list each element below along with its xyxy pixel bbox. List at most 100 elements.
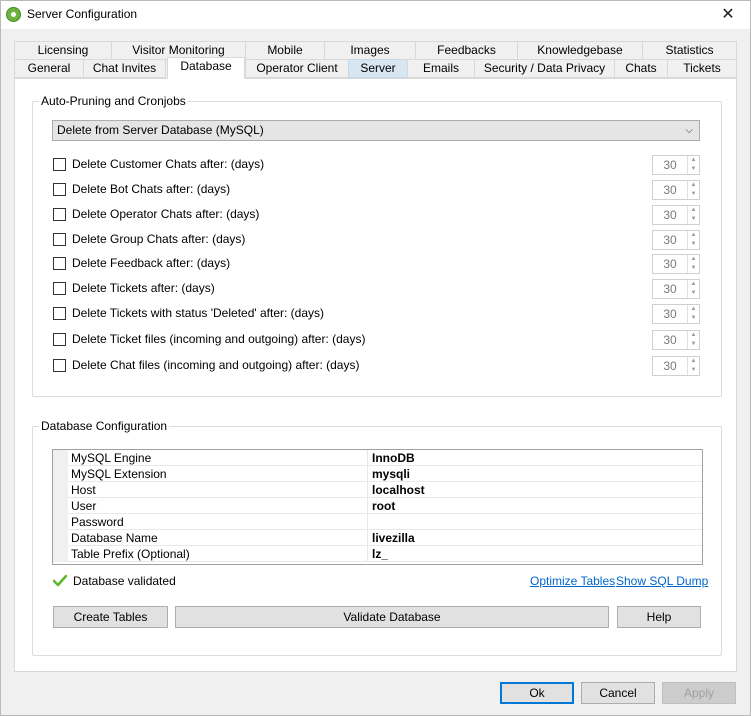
- days-spinner-group-chats[interactable]: 30 ▲ ▼: [652, 230, 700, 250]
- checkbox-bot-chats[interactable]: [53, 183, 66, 196]
- property-value[interactable]: root: [372, 499, 395, 513]
- tab-operator-client[interactable]: Operator Client: [245, 59, 349, 78]
- spinner-value: 30: [663, 307, 677, 321]
- database-tab-panel: Auto-Pruning and Cronjobs Delete from Se…: [14, 78, 737, 672]
- tab-chats[interactable]: Chats: [614, 59, 668, 78]
- create-tables-button[interactable]: Create Tables: [53, 606, 168, 628]
- validate-database-button[interactable]: Validate Database: [175, 606, 609, 628]
- tab-feedbacks[interactable]: Feedbacks: [415, 41, 518, 60]
- checkbox-group-chats[interactable]: [53, 233, 66, 246]
- label-ticket-files: Delete Ticket files (incoming and outgoi…: [72, 332, 366, 346]
- spin-up-icon[interactable]: ▲: [688, 255, 699, 264]
- label-customer-chats: Delete Customer Chats after: (days): [72, 157, 265, 171]
- spin-up-icon[interactable]: ▲: [688, 231, 699, 240]
- ok-button[interactable]: Ok: [500, 682, 574, 704]
- property-row-mysql-engine[interactable]: MySQL Engine InnoDB: [53, 450, 702, 466]
- tab-chat-invites[interactable]: Chat Invites: [83, 59, 166, 78]
- spinner-value: 30: [663, 257, 677, 271]
- spin-down-icon[interactable]: ▼: [688, 366, 699, 375]
- help-button[interactable]: Help: [617, 606, 701, 628]
- apply-button[interactable]: Apply: [662, 682, 736, 704]
- days-spinner-tickets-deleted[interactable]: 30 ▲ ▼: [652, 304, 700, 324]
- spin-down-icon[interactable]: ▼: [688, 215, 699, 224]
- tab-knowledgebase[interactable]: Knowledgebase: [517, 41, 643, 60]
- property-value[interactable]: lz_: [372, 547, 388, 561]
- property-row-database-name[interactable]: Database Name livezilla: [53, 530, 702, 546]
- days-spinner-chat-files[interactable]: 30 ▲ ▼: [652, 356, 700, 376]
- property-name: Database Name: [71, 531, 158, 545]
- property-value[interactable]: mysqli: [372, 467, 410, 481]
- property-name: MySQL Extension: [71, 467, 167, 481]
- close-button[interactable]: ✕: [706, 1, 750, 29]
- spin-up-icon[interactable]: ▲: [688, 357, 699, 366]
- property-row-table-prefix[interactable]: Table Prefix (Optional) lz_: [53, 546, 702, 562]
- optimize-tables-link[interactable]: Optimize Tables: [530, 574, 615, 588]
- checkbox-chat-files[interactable]: [53, 359, 66, 372]
- property-row-user[interactable]: User root: [53, 498, 702, 514]
- days-spinner-customer-chats[interactable]: 30 ▲ ▼: [652, 155, 700, 175]
- tab-server[interactable]: Server: [348, 59, 408, 78]
- tab-database[interactable]: Database: [167, 57, 245, 79]
- spinner-value: 30: [663, 183, 677, 197]
- property-name: Host: [71, 483, 96, 497]
- spin-up-icon[interactable]: ▲: [688, 280, 699, 289]
- spin-down-icon[interactable]: ▼: [688, 340, 699, 349]
- title-bar: Server Configuration ✕: [1, 1, 750, 29]
- database-property-grid: MySQL Engine InnoDB MySQL Extension mysq…: [52, 449, 703, 565]
- app-logo-icon: [6, 7, 21, 22]
- days-spinner-operator-chats[interactable]: 30 ▲ ▼: [652, 205, 700, 225]
- spin-down-icon[interactable]: ▼: [688, 314, 699, 323]
- tab-statistics[interactable]: Statistics: [642, 41, 737, 60]
- pruning-mode-select[interactable]: Delete from Server Database (MySQL) ⌵: [52, 120, 700, 141]
- label-chat-files: Delete Chat files (incoming and outgoing…: [72, 358, 360, 372]
- show-sql-dump-link[interactable]: Show SQL Dump: [616, 574, 708, 588]
- database-configuration-group: Database Configuration MySQL Engine Inno…: [32, 419, 722, 656]
- spin-up-icon[interactable]: ▲: [688, 181, 699, 190]
- label-tickets: Delete Tickets after: (days): [72, 281, 215, 295]
- spin-up-icon[interactable]: ▲: [688, 156, 699, 165]
- tab-security-data-privacy[interactable]: Security / Data Privacy: [474, 59, 615, 78]
- property-name: Password: [71, 515, 124, 529]
- spinner-value: 30: [663, 282, 677, 296]
- property-value[interactable]: InnoDB: [372, 451, 415, 465]
- label-tickets-deleted: Delete Tickets with status 'Deleted' aft…: [72, 306, 325, 320]
- spin-down-icon[interactable]: ▼: [688, 289, 699, 298]
- property-row-host[interactable]: Host localhost: [53, 482, 702, 498]
- database-configuration-legend: Database Configuration: [39, 419, 170, 433]
- checkbox-operator-chats[interactable]: [53, 208, 66, 221]
- label-group-chats: Delete Group Chats after: (days): [72, 232, 246, 246]
- tab-images[interactable]: Images: [324, 41, 416, 60]
- spin-down-icon[interactable]: ▼: [688, 264, 699, 273]
- cancel-button[interactable]: Cancel: [581, 682, 655, 704]
- spin-down-icon[interactable]: ▼: [688, 165, 699, 174]
- spin-up-icon[interactable]: ▲: [688, 206, 699, 215]
- tab-general[interactable]: General: [14, 59, 84, 78]
- spin-down-icon[interactable]: ▼: [688, 190, 699, 199]
- checkbox-ticket-files[interactable]: [53, 333, 66, 346]
- chevron-down-icon: ⌵: [685, 125, 693, 136]
- database-status-text: Database validated: [73, 574, 176, 588]
- checkbox-customer-chats[interactable]: [53, 158, 66, 171]
- server-configuration-window: Server Configuration ✕ Licensing Visitor…: [0, 0, 751, 716]
- days-spinner-tickets[interactable]: 30 ▲ ▼: [652, 279, 700, 299]
- days-spinner-ticket-files[interactable]: 30 ▲ ▼: [652, 330, 700, 350]
- tab-mobile[interactable]: Mobile: [245, 41, 325, 60]
- checkbox-tickets-deleted[interactable]: [53, 307, 66, 320]
- spinner-value: 30: [663, 333, 677, 347]
- spin-up-icon[interactable]: ▲: [688, 331, 699, 340]
- days-spinner-bot-chats[interactable]: 30 ▲ ▼: [652, 180, 700, 200]
- window-title: Server Configuration: [27, 7, 138, 21]
- tab-emails[interactable]: Emails: [407, 59, 475, 78]
- property-row-password[interactable]: Password: [53, 514, 702, 530]
- spin-down-icon[interactable]: ▼: [688, 240, 699, 249]
- spin-up-icon[interactable]: ▲: [688, 305, 699, 314]
- tab-licensing[interactable]: Licensing: [14, 41, 112, 60]
- checkbox-feedback[interactable]: [53, 257, 66, 270]
- property-value[interactable]: localhost: [372, 483, 425, 497]
- property-row-mysql-extension[interactable]: MySQL Extension mysqli: [53, 466, 702, 482]
- property-value[interactable]: livezilla: [372, 531, 415, 545]
- days-spinner-feedback[interactable]: 30 ▲ ▼: [652, 254, 700, 274]
- tab-tickets[interactable]: Tickets: [667, 59, 737, 78]
- label-operator-chats: Delete Operator Chats after: (days): [72, 207, 260, 221]
- checkbox-tickets[interactable]: [53, 282, 66, 295]
